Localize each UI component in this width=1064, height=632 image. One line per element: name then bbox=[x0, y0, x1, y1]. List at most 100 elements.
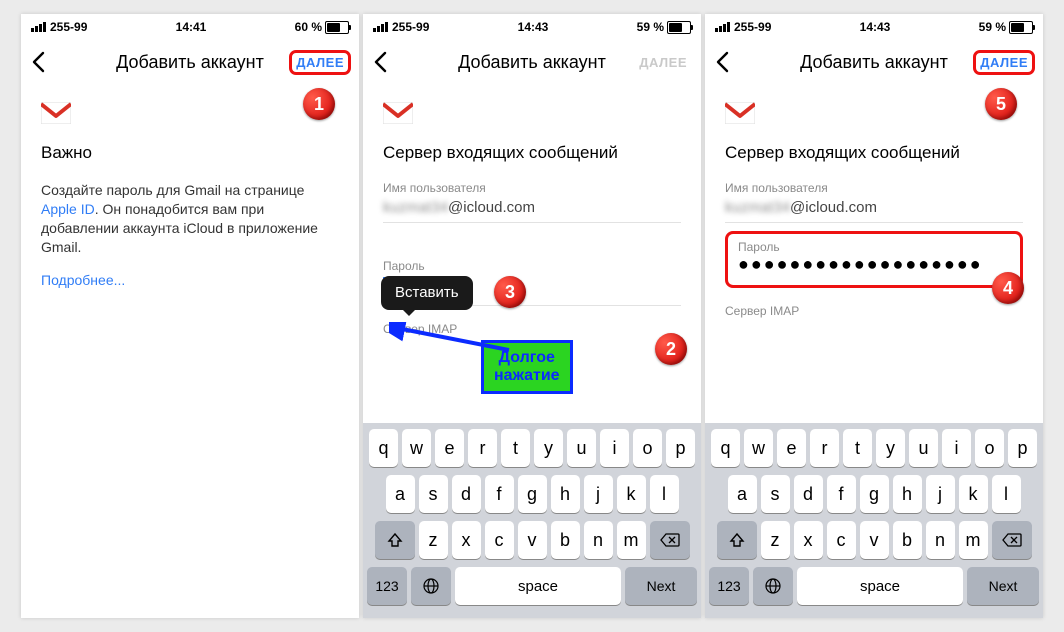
signal-icon bbox=[31, 22, 46, 32]
body-text: Создайте пароль для Gmail на странице Ap… bbox=[41, 181, 339, 257]
key-v[interactable]: v bbox=[518, 521, 547, 559]
key-c[interactable]: c bbox=[485, 521, 514, 559]
key-r[interactable]: r bbox=[468, 429, 497, 467]
key-h[interactable]: h bbox=[893, 475, 922, 513]
space-key[interactable]: space bbox=[797, 567, 963, 605]
shift-key[interactable] bbox=[717, 521, 757, 559]
key-e[interactable]: e bbox=[435, 429, 464, 467]
key-p[interactable]: p bbox=[666, 429, 695, 467]
key-r[interactable]: r bbox=[810, 429, 839, 467]
heading: Сервер входящих сообщений bbox=[725, 143, 1023, 163]
key-k[interactable]: k bbox=[959, 475, 988, 513]
password-label: Пароль bbox=[738, 240, 1010, 254]
key-w[interactable]: w bbox=[402, 429, 431, 467]
key-w[interactable]: w bbox=[744, 429, 773, 467]
username-label: Имя пользователя bbox=[383, 181, 681, 195]
key-f[interactable]: f bbox=[827, 475, 856, 513]
key-g[interactable]: g bbox=[518, 475, 547, 513]
badge-5: 5 bbox=[985, 88, 1017, 120]
username-field[interactable]: kuzmat34@icloud.com bbox=[383, 199, 681, 223]
key-n[interactable]: n bbox=[584, 521, 613, 559]
globe-key[interactable] bbox=[753, 567, 793, 605]
key-p[interactable]: p bbox=[1008, 429, 1037, 467]
clock: 14:43 bbox=[860, 20, 891, 34]
gmail-icon bbox=[383, 102, 413, 129]
battery-pct: 59 % bbox=[979, 20, 1006, 34]
clock: 14:41 bbox=[176, 20, 207, 34]
key-x[interactable]: x bbox=[452, 521, 481, 559]
key-d[interactable]: d bbox=[452, 475, 481, 513]
key-n[interactable]: n bbox=[926, 521, 955, 559]
back-button[interactable] bbox=[363, 51, 397, 73]
stage: 255-99 14:41 60 % Добавить аккаунт ДАЛЕЕ… bbox=[0, 0, 1064, 632]
key-y[interactable]: y bbox=[534, 429, 563, 467]
badge-2: 2 bbox=[655, 333, 687, 365]
next-button[interactable]: ДАЛЕЕ bbox=[633, 51, 693, 74]
password-field[interactable]: Пароль ●●●●●●●●●●●●●●●●●●● bbox=[725, 231, 1023, 288]
key-g[interactable]: g bbox=[860, 475, 889, 513]
next-button[interactable]: ДАЛЕЕ bbox=[973, 50, 1035, 75]
more-link[interactable]: Подробнее... bbox=[41, 272, 125, 288]
keyboard: qwertyuiop asdfghjkl zxcvbnm 123 space N… bbox=[705, 423, 1043, 618]
battery-icon bbox=[325, 21, 349, 34]
username-field[interactable]: kuzmat34@icloud.com bbox=[725, 199, 1023, 223]
username-label: Имя пользователя bbox=[725, 181, 1023, 195]
key-t[interactable]: t bbox=[501, 429, 530, 467]
space-key[interactable]: space bbox=[455, 567, 621, 605]
arrow-icon bbox=[389, 322, 517, 358]
next-button[interactable]: ДАЛЕЕ bbox=[289, 50, 351, 75]
key-u[interactable]: u bbox=[567, 429, 596, 467]
key-t[interactable]: t bbox=[843, 429, 872, 467]
key-k[interactable]: k bbox=[617, 475, 646, 513]
key-e[interactable]: e bbox=[777, 429, 806, 467]
heading: Важно bbox=[41, 143, 339, 163]
key-s[interactable]: s bbox=[419, 475, 448, 513]
globe-key[interactable] bbox=[411, 567, 451, 605]
key-q[interactable]: q bbox=[711, 429, 740, 467]
numbers-key[interactable]: 123 bbox=[367, 567, 407, 605]
key-i[interactable]: i bbox=[600, 429, 629, 467]
key-z[interactable]: z bbox=[419, 521, 448, 559]
gmail-icon bbox=[41, 102, 71, 129]
key-m[interactable]: m bbox=[617, 521, 646, 559]
key-y[interactable]: y bbox=[876, 429, 905, 467]
key-s[interactable]: s bbox=[761, 475, 790, 513]
key-l[interactable]: l bbox=[650, 475, 679, 513]
key-v[interactable]: v bbox=[860, 521, 889, 559]
key-o[interactable]: o bbox=[633, 429, 662, 467]
shift-key[interactable] bbox=[375, 521, 415, 559]
battery-icon bbox=[667, 21, 691, 34]
key-b[interactable]: b bbox=[551, 521, 580, 559]
key-o[interactable]: o bbox=[975, 429, 1004, 467]
key-d[interactable]: d bbox=[794, 475, 823, 513]
key-a[interactable]: a bbox=[728, 475, 757, 513]
back-button[interactable] bbox=[705, 51, 739, 73]
numbers-key[interactable]: 123 bbox=[709, 567, 749, 605]
key-h[interactable]: h bbox=[551, 475, 580, 513]
key-u[interactable]: u bbox=[909, 429, 938, 467]
back-button[interactable] bbox=[21, 51, 55, 73]
key-l[interactable]: l bbox=[992, 475, 1021, 513]
key-f[interactable]: f bbox=[485, 475, 514, 513]
key-q[interactable]: q bbox=[369, 429, 398, 467]
battery-icon bbox=[1009, 21, 1033, 34]
key-j[interactable]: j bbox=[584, 475, 613, 513]
status-bar: 255-99 14:41 60 % bbox=[21, 14, 359, 40]
key-z[interactable]: z bbox=[761, 521, 790, 559]
key-m[interactable]: m bbox=[959, 521, 988, 559]
imap-label: Сервер IMAP bbox=[725, 304, 1023, 318]
badge-4: 4 bbox=[992, 272, 1024, 304]
key-b[interactable]: b bbox=[893, 521, 922, 559]
paste-menu[interactable]: Вставить bbox=[381, 276, 473, 310]
backspace-key[interactable] bbox=[992, 521, 1032, 559]
apple-id-link[interactable]: Apple ID bbox=[41, 201, 95, 217]
key-j[interactable]: j bbox=[926, 475, 955, 513]
key-x[interactable]: x bbox=[794, 521, 823, 559]
backspace-key[interactable] bbox=[650, 521, 690, 559]
key-i[interactable]: i bbox=[942, 429, 971, 467]
carrier: 255-99 bbox=[392, 20, 429, 34]
key-c[interactable]: c bbox=[827, 521, 856, 559]
keyboard-next-key[interactable]: Next bbox=[967, 567, 1039, 605]
keyboard-next-key[interactable]: Next bbox=[625, 567, 697, 605]
key-a[interactable]: a bbox=[386, 475, 415, 513]
